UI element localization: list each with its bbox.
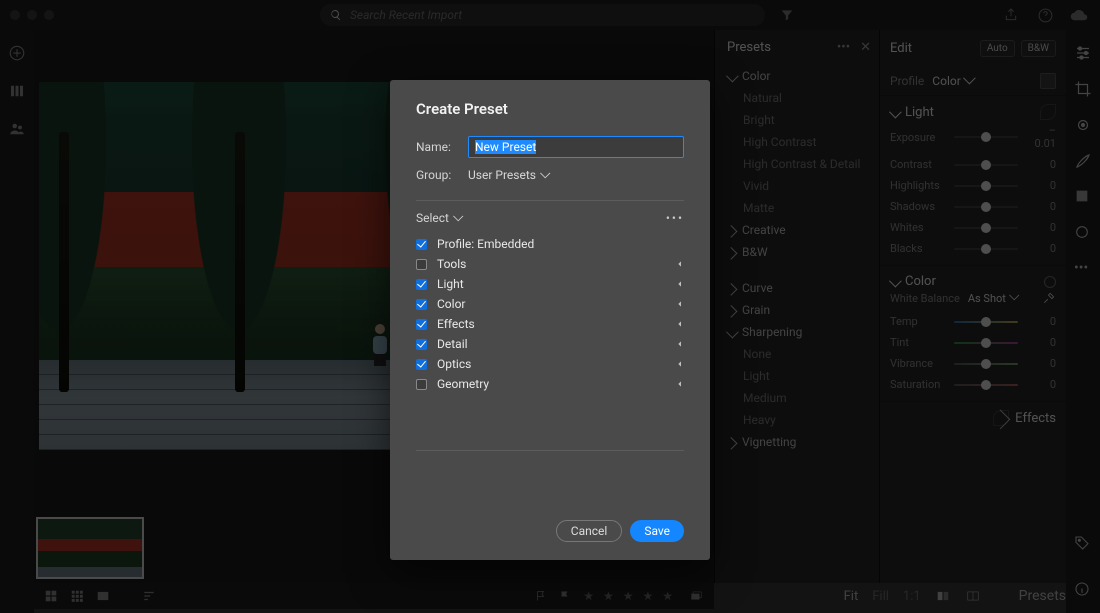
checkbox[interactable] <box>416 319 427 330</box>
checkbox[interactable] <box>416 379 427 390</box>
checkbox[interactable] <box>416 339 427 350</box>
group-label: Group: <box>416 168 458 182</box>
checkbox[interactable] <box>416 279 427 290</box>
group-select[interactable]: User Presets <box>468 168 549 182</box>
dialog-more-icon[interactable]: ••• <box>666 211 684 225</box>
preset-name-input[interactable] <box>468 136 684 158</box>
preset-option[interactable]: Light <box>416 277 684 291</box>
preset-option[interactable]: Effects <box>416 317 684 331</box>
create-preset-dialog: Create Preset Name: Group: User Presets … <box>390 80 710 560</box>
checkbox[interactable] <box>416 259 427 270</box>
preset-option[interactable]: Geometry <box>416 377 684 391</box>
preset-option[interactable]: Detail <box>416 337 684 351</box>
checkbox[interactable] <box>416 359 427 370</box>
preset-option[interactable]: Optics <box>416 357 684 371</box>
save-button[interactable]: Save <box>630 520 684 542</box>
cancel-button[interactable]: Cancel <box>556 520 623 542</box>
checkbox[interactable] <box>416 239 427 250</box>
name-label: Name: <box>416 140 458 154</box>
preset-option[interactable]: Color <box>416 297 684 311</box>
preset-option[interactable]: Profile: Embedded <box>416 237 684 251</box>
checkbox[interactable] <box>416 299 427 310</box>
select-dropdown[interactable]: Select <box>416 211 462 225</box>
preset-option[interactable]: Tools <box>416 257 684 271</box>
dialog-title: Create Preset <box>416 100 684 118</box>
